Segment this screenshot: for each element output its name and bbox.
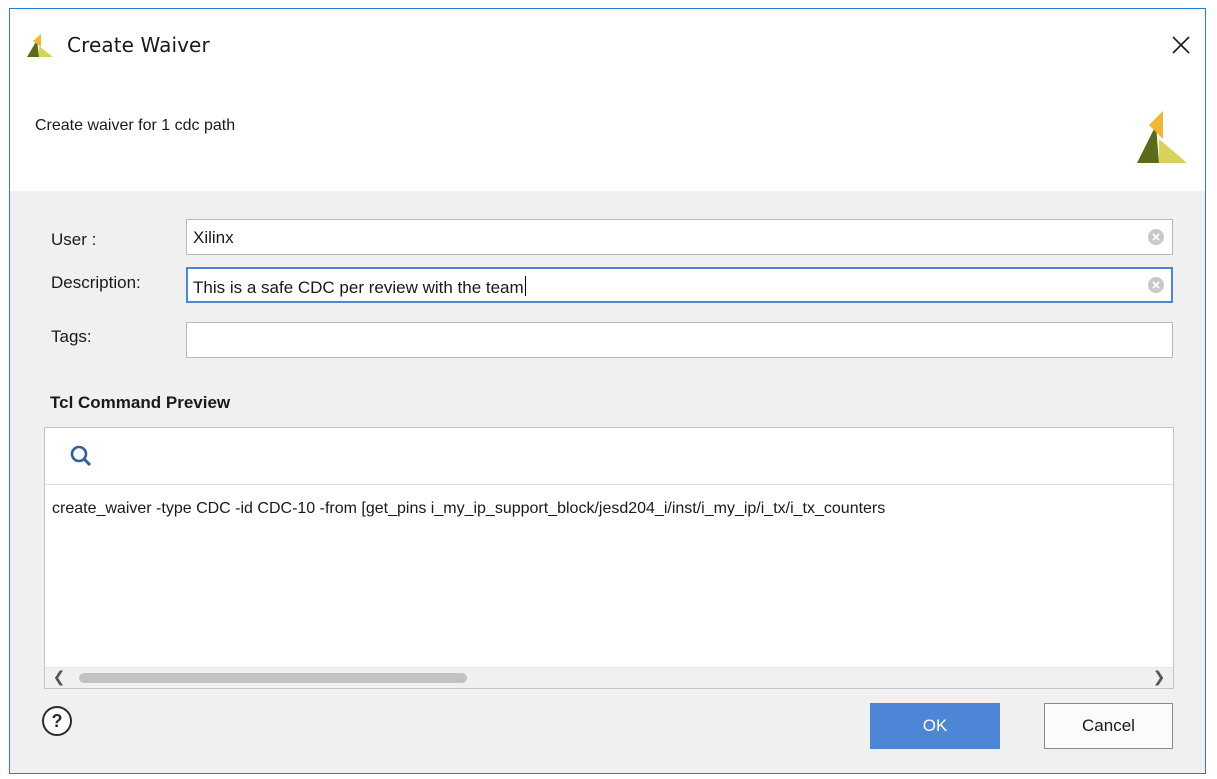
window-title: Create Waiver <box>67 33 210 57</box>
dialog-header: Create waiver for 1 cdc path <box>10 79 1205 191</box>
help-icon[interactable]: ? <box>42 706 72 736</box>
tcl-preview-title: Tcl Command Preview <box>50 393 231 412</box>
description-text: This is a safe CDC per review with the t… <box>193 278 524 297</box>
tags-label: Tags: <box>51 327 92 346</box>
description-label: Description: <box>51 273 141 292</box>
user-value: Xilinx <box>193 228 234 247</box>
xilinx-logo-icon <box>27 34 53 57</box>
xilinx-logo-icon <box>1137 111 1187 163</box>
tcl-command-text[interactable]: create_waiver -type CDC -id CDC-10 -from… <box>52 500 1167 518</box>
create-waiver-dialog: Create Waiver Create waiver for 1 cdc pa… <box>9 8 1206 774</box>
text-caret <box>524 276 526 296</box>
tcl-command-preview: create_waiver -type CDC -id CDC-10 -from… <box>44 427 1174 689</box>
cancel-button[interactable]: Cancel <box>1044 703 1173 749</box>
ok-button[interactable]: OK <box>870 703 1000 749</box>
clear-icon[interactable] <box>1148 277 1164 293</box>
scrollbar-thumb[interactable] <box>79 673 467 683</box>
search-icon[interactable] <box>69 444 93 468</box>
title-bar: Create Waiver <box>10 9 1205 79</box>
description-value: This is a safe CDC per review with the t… <box>193 276 526 298</box>
preview-toolbar <box>45 428 1173 485</box>
user-label: User : <box>51 230 97 249</box>
background <box>0 0 1217 8</box>
tags-field[interactable] <box>186 322 1173 358</box>
user-field[interactable]: Xilinx <box>186 219 1173 255</box>
horizontal-scrollbar[interactable]: ❮ ❯ <box>45 667 1173 688</box>
dialog-subtitle: Create waiver for 1 cdc path <box>35 117 236 134</box>
clear-icon[interactable] <box>1148 229 1164 245</box>
chevron-left-icon[interactable]: ❮ <box>51 670 67 686</box>
chevron-right-icon[interactable]: ❯ <box>1151 670 1167 686</box>
close-icon[interactable] <box>1165 29 1197 61</box>
description-field[interactable]: This is a safe CDC per review with the t… <box>186 267 1173 303</box>
